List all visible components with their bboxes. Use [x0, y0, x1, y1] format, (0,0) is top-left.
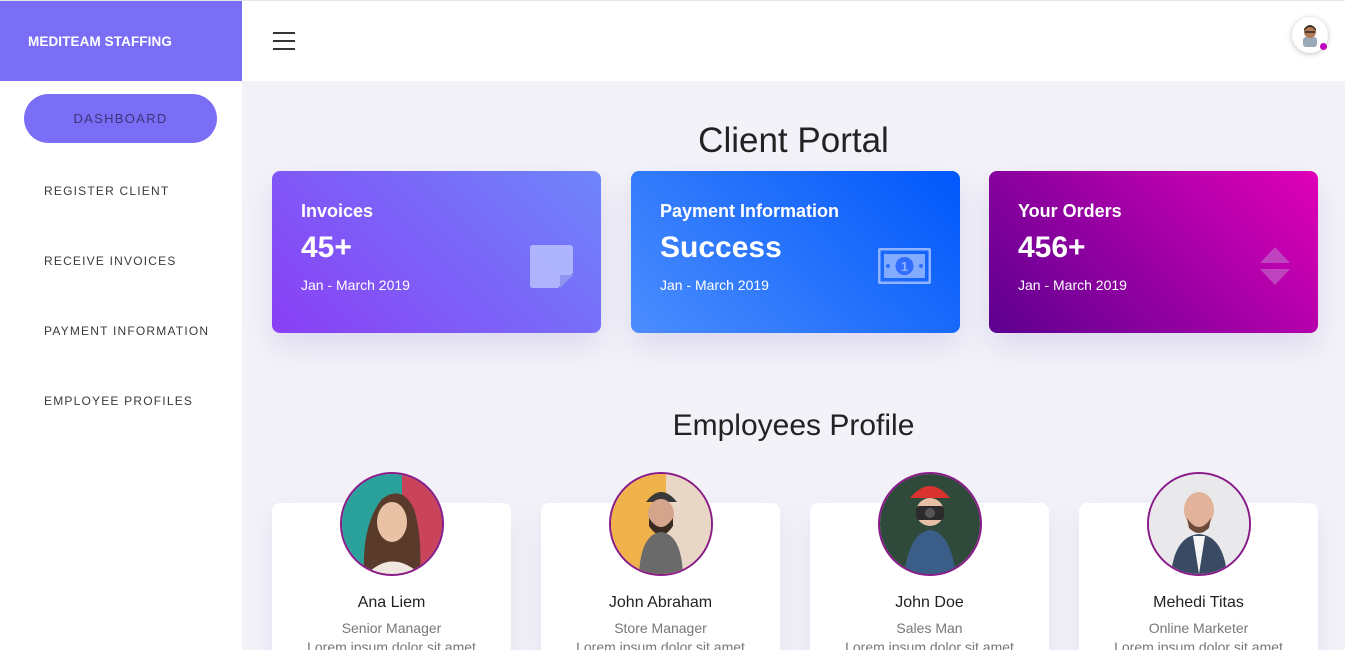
employee-name: Ana Liem — [357, 594, 426, 611]
invoices-card[interactable]: Invoices 45+ Jan - March 2019 — [272, 171, 601, 333]
sidebar: MEDITEAM STAFFING DASHBOARD REGISTER CLI… — [0, 0, 242, 650]
card-value: Success — [660, 231, 782, 264]
employee-description: Lorem ipsum dolor sit amet — [1114, 639, 1283, 650]
employee-photo — [609, 472, 713, 576]
employee-role: Senior Manager — [341, 620, 442, 636]
sidebar-item-receive-invoices[interactable]: RECEIVE INVOICES — [44, 254, 177, 268]
sticky-note-icon — [530, 245, 573, 288]
card-label: Invoices — [301, 201, 374, 221]
employee-description: Lorem ipsum dolor sit amet — [845, 639, 1014, 650]
card-label: Your Orders — [1018, 201, 1122, 221]
employee-role: Sales Man — [896, 620, 963, 636]
card-period: Jan - March 2019 — [301, 277, 410, 293]
sidebar-item-employee-profiles[interactable]: EMPLOYEE PROFILES — [44, 394, 193, 408]
card-value: 456+ — [1018, 231, 1086, 264]
employee-card[interactable]: Ana Liem Senior Manager Lorem ipsum dolo… — [272, 472, 511, 650]
employee-description: Lorem ipsum dolor sit amet — [307, 639, 476, 650]
card-period: Jan - March 2019 — [660, 277, 769, 293]
employee-card[interactable]: John Doe Sales Man Lorem ipsum dolor sit… — [810, 472, 1049, 650]
employee-name: Mehedi Titas — [1153, 594, 1244, 611]
employee-card[interactable]: Mehedi Titas Online Marketer Lorem ipsum… — [1079, 472, 1318, 650]
user-avatar-icon[interactable] — [1292, 17, 1328, 53]
page-title: Client Portal — [698, 121, 889, 160]
hamburger-icon[interactable] — [273, 32, 295, 50]
payment-information-card[interactable]: Payment Information Success Jan - March … — [631, 171, 960, 333]
avatar-face-icon — [1303, 25, 1317, 47]
sidebar-item-dashboard[interactable]: DASHBOARD — [24, 94, 217, 143]
topbar — [242, 0, 1345, 81]
brand-logo[interactable]: MEDITEAM STAFFING — [0, 0, 242, 81]
sidebar-item-register-client[interactable]: REGISTER CLIENT — [44, 184, 169, 198]
employee-role: Online Marketer — [1148, 620, 1249, 636]
employee-name: John Doe — [895, 594, 964, 611]
card-value: 45+ — [301, 231, 352, 264]
employee-role: Store Manager — [614, 620, 707, 636]
card-period: Jan - March 2019 — [1018, 277, 1127, 293]
employee-card[interactable]: John Abraham Store Manager Lorem ipsum d… — [541, 472, 780, 650]
your-orders-card[interactable]: Your Orders 456+ Jan - March 2019 — [989, 171, 1318, 333]
sidebar-item-payment-information[interactable]: PAYMENT INFORMATION — [44, 324, 209, 338]
svg-text:1: 1 — [901, 259, 908, 274]
employee-photo — [1147, 472, 1251, 576]
employee-photo — [340, 472, 444, 576]
sort-icon — [1260, 247, 1290, 285]
employee-name: John Abraham — [608, 594, 713, 611]
online-status-dot — [1320, 43, 1327, 50]
employee-photo — [878, 472, 982, 576]
employees-profile-title: Employees Profile — [672, 409, 915, 442]
money-bill-icon: 1 — [878, 248, 931, 284]
card-label: Payment Information — [660, 201, 840, 221]
employee-description: Lorem ipsum dolor sit amet — [576, 639, 745, 650]
